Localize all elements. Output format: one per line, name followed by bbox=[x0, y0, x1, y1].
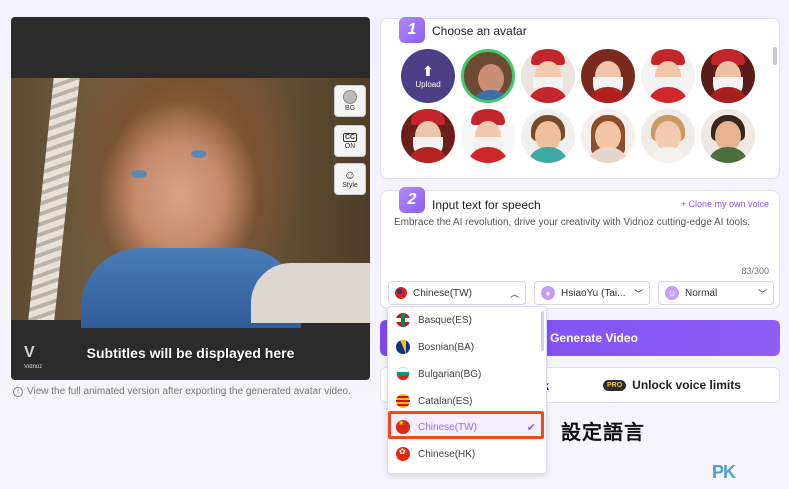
annotation-label: 設定語言 bbox=[561, 420, 645, 444]
choose-avatar-title: Choose an avatar bbox=[432, 24, 527, 38]
pro-badge: PRO bbox=[603, 379, 627, 391]
avatar-option-santa-3[interactable] bbox=[641, 49, 695, 103]
site-logo: PK bbox=[712, 462, 736, 482]
subtitle-toggle-label: ON bbox=[344, 142, 356, 150]
language-select-value: Chinese(TW) bbox=[413, 287, 472, 299]
eye-right bbox=[191, 150, 207, 158]
language-select[interactable]: Chinese(TW) ︿ bbox=[388, 281, 526, 305]
input-text-card: 2 Input text for speech + Clone my own v… bbox=[380, 187, 780, 309]
generate-video-label: Generate Video bbox=[550, 331, 638, 345]
style-button-label: Style bbox=[342, 182, 358, 189]
speed-emoji-icon: ☺ bbox=[665, 286, 679, 300]
language-option-bulgarian[interactable]: Bulgarian(BG) bbox=[388, 361, 546, 387]
language-option-label: Chinese(TW) bbox=[418, 421, 477, 433]
preview-note-text: View the full animated version after exp… bbox=[27, 386, 351, 397]
language-option-label: Bulgarian(BG) bbox=[418, 368, 482, 380]
chevron-down-icon: ﹀ bbox=[757, 288, 767, 299]
voice-select[interactable]: ● HsiaoYu (Tai... ﹀ bbox=[534, 281, 650, 305]
style-icon: ☺ bbox=[343, 168, 357, 182]
info-icon: i bbox=[13, 386, 23, 397]
cc-icon: CC bbox=[342, 132, 358, 142]
taiwan-flag-icon bbox=[395, 287, 407, 299]
avatar-body bbox=[470, 90, 512, 100]
speech-text-input[interactable]: Embrace the AI revolution, drive your cr… bbox=[394, 217, 750, 228]
avatar-option-santa-2[interactable] bbox=[581, 49, 635, 103]
basque-flag-icon bbox=[396, 313, 410, 327]
avatar-preview: V Vidnoz Subtitles will be displayed her… bbox=[11, 17, 370, 380]
avatar-option-santa-1[interactable] bbox=[521, 49, 575, 103]
subtitle-toggle-button[interactable]: CC ON bbox=[334, 125, 366, 157]
language-dropdown: Basque(ES) Bosnian(BA) Bulgarian(BG) Cat… bbox=[387, 306, 547, 474]
upload-icon: ⬆ bbox=[422, 62, 434, 79]
vidnoz-watermark: Vidnoz bbox=[24, 364, 43, 370]
step-2-badge: 2 bbox=[399, 187, 425, 213]
language-option-chinese-hk[interactable]: Chinese(HK) bbox=[388, 441, 546, 467]
check-icon: ✔ bbox=[526, 421, 536, 434]
subtitle-preview: Subtitles will be displayed here bbox=[86, 345, 295, 361]
language-option-basque[interactable]: Basque(ES) bbox=[388, 307, 546, 333]
speed-select-value: Normal bbox=[685, 287, 718, 299]
taiwan-flag-icon bbox=[396, 420, 410, 434]
upload-avatar-button[interactable]: ⬆ Upload bbox=[401, 49, 455, 103]
unlock-voice-limits-label: Unlock voice limits bbox=[632, 378, 741, 392]
avatar-option-woman-cartoon-2[interactable] bbox=[641, 109, 695, 163]
input-text-title: Input text for speech bbox=[432, 198, 541, 212]
upload-label: Upload bbox=[415, 79, 441, 89]
avatar-photo: V Vidnoz Subtitles will be displayed her… bbox=[11, 78, 370, 370]
eye-left bbox=[131, 170, 147, 178]
dropdown-scrollbar[interactable] bbox=[541, 311, 544, 351]
language-option-bosnian[interactable]: Bosnian(BA) bbox=[388, 334, 546, 360]
avatar-option-santa-5[interactable] bbox=[401, 109, 455, 163]
chevron-down-icon: ﹀ bbox=[633, 288, 643, 299]
unlock-voice-limits-button[interactable]: PRO Unlock voice limits bbox=[603, 378, 741, 392]
catalan-flag-icon bbox=[396, 394, 410, 408]
language-option-catalan[interactable]: Catalan(ES) bbox=[388, 388, 546, 414]
bosnia-flag-icon bbox=[396, 340, 410, 354]
clone-voice-link[interactable]: + Clone my own voice bbox=[681, 199, 769, 209]
bg-button-label: BG bbox=[344, 105, 356, 112]
hong-kong-flag-icon bbox=[396, 447, 410, 461]
avatar-body bbox=[647, 147, 689, 163]
language-option-label: Basque(ES) bbox=[418, 314, 472, 326]
voice-select-value: HsiaoYu (Tai... bbox=[561, 287, 626, 299]
avatar-option-man-cartoon[interactable] bbox=[521, 109, 575, 163]
preview-note: i View the full animated version after e… bbox=[13, 386, 351, 397]
avatar-option-girl[interactable] bbox=[461, 49, 515, 103]
avatar-option-boy-cartoon[interactable] bbox=[701, 109, 755, 163]
avatar-option-santa-4[interactable] bbox=[701, 49, 755, 103]
page: V Vidnoz Subtitles will be displayed her… bbox=[0, 0, 789, 489]
choose-avatar-card: 1 Choose an avatar ⬆ Upload bbox=[380, 17, 780, 179]
chevron-up-icon: ︿ bbox=[509, 288, 519, 299]
avatar-option-santa-6[interactable] bbox=[461, 109, 515, 163]
bg-icon bbox=[343, 90, 357, 104]
bg-button[interactable]: BG bbox=[334, 85, 366, 117]
avatar-list-scrollbar[interactable] bbox=[773, 47, 777, 65]
avatar-body bbox=[707, 147, 749, 163]
language-option-chinese-tw[interactable]: Chinese(TW) ✔ bbox=[388, 414, 546, 440]
language-option-label: Chinese(HK) bbox=[418, 448, 476, 460]
language-option-label: Catalan(ES) bbox=[418, 395, 473, 407]
style-button[interactable]: ☺ Style bbox=[334, 163, 366, 195]
language-option-label: Bosnian(BA) bbox=[418, 341, 475, 353]
avatar-body bbox=[527, 147, 569, 163]
voice-avatar-icon: ● bbox=[541, 286, 555, 300]
rope-graphic bbox=[28, 78, 80, 320]
bulgaria-flag-icon bbox=[396, 367, 410, 381]
avatar-option-woman-cartoon-1[interactable] bbox=[581, 109, 635, 163]
char-count: 83/300 bbox=[741, 266, 769, 276]
step-1-badge: 1 bbox=[399, 17, 425, 43]
shirt-sleeve-graphic bbox=[251, 263, 370, 323]
speed-select[interactable]: ☺ Normal ﹀ bbox=[658, 281, 774, 305]
